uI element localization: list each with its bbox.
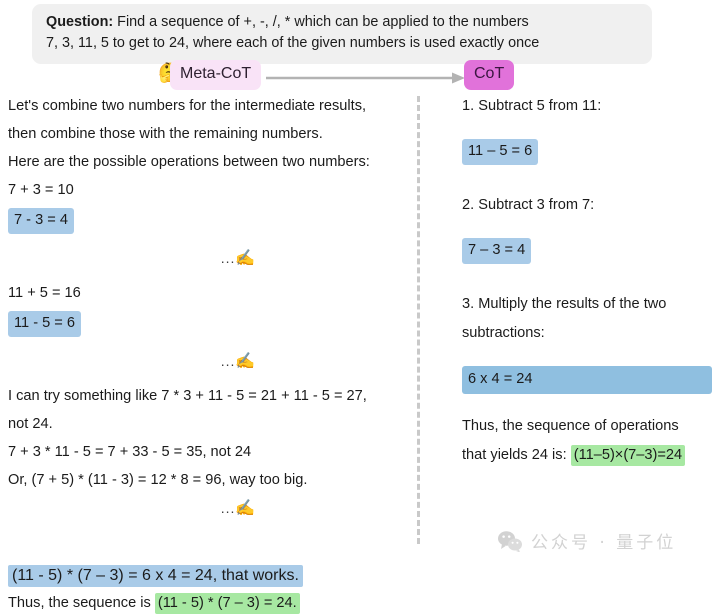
left-solution-highlight: (11 - 5) * (7 – 3) = 6 x 4 = 24, that wo…: [8, 565, 303, 587]
left-equation-11minus5: 11 - 5 = 6: [8, 311, 81, 337]
writing-hand-icon: ✍️: [235, 250, 256, 267]
question-label: Question:: [46, 14, 114, 30]
left-equation-11plus5: 11 + 5 = 16: [8, 285, 81, 301]
right-conclusion-line-1: Thus, the sequence of operations: [462, 418, 679, 434]
left-attempt-3: Or, (7 + 5) * (11 - 3) = 12 * 8 = 96, wa…: [8, 472, 308, 488]
right-step-1-equation: 11 – 5 = 6: [462, 139, 539, 165]
left-separator-1: ...✍️: [8, 248, 408, 269]
right-step-2-equation: 7 – 3 = 4: [462, 238, 532, 264]
cot-column: 1. Subtract 5 from 11: 11 – 5 = 6 2. Sub…: [462, 96, 712, 466]
right-step-3-equation: 6 x 4 = 24: [462, 366, 712, 394]
watermark: 公众号 · 量子位: [497, 528, 676, 553]
right-step-3-heading-b: subtractions:: [462, 325, 545, 341]
left-attempt-1b: not 24.: [8, 416, 53, 432]
left-equation-7minus3-row: 7 - 3 = 4: [8, 208, 408, 234]
ellipsis-dots: ...: [220, 250, 236, 266]
left-final-answer-row: Thus, the sequence is (11 - 5) * (7 – 3)…: [8, 593, 408, 614]
watermark-text: 公众号 · 量子位: [531, 533, 677, 553]
left-separator-2: ...✍️: [8, 351, 408, 372]
left-equation-7plus3: 7 + 3 = 10: [8, 182, 74, 198]
right-step-3-heading-a: 3. Multiply the results of the two: [462, 296, 667, 312]
left-attempt-1a: I can try something like 7 * 3 + 11 - 5 …: [8, 388, 367, 404]
meta-cot-chip: Meta-CoT: [170, 60, 262, 90]
question-line-1: Question: Find a sequence of +, -, /, * …: [46, 12, 638, 33]
left-line-2: then combine those with the remaining nu…: [8, 126, 323, 142]
right-step-1-heading: 1. Subtract 5 from 11:: [462, 98, 602, 114]
question-text-1: Find a sequence of +, -, /, * which can …: [113, 14, 529, 30]
left-line-1: Let's combine two numbers for the interm…: [8, 98, 367, 114]
right-conclusion-prefix: that yields 24 is:: [462, 447, 571, 463]
question-banner: Question: Find a sequence of +, -, /, * …: [32, 4, 652, 64]
right-step-1-equation-row: 11 – 5 = 6: [462, 139, 712, 165]
writing-hand-icon: ✍️: [235, 500, 256, 517]
left-separator-3: ...✍️: [8, 498, 408, 519]
left-equation-11minus5-row: 11 - 5 = 6: [8, 311, 408, 337]
writing-hand-icon: ✍️: [235, 353, 256, 370]
question-line-2: 7, 3, 11, 5 to get to 24, where each of …: [46, 35, 540, 51]
wechat-logo-icon: [498, 530, 522, 552]
column-divider: [417, 96, 420, 544]
ellipsis-dots: ...: [220, 500, 236, 516]
left-final-answer-prefix: Thus, the sequence is: [8, 595, 155, 611]
right-conclusion-line-2: that yields 24 is: (11–5)×(7–3)=24: [462, 445, 712, 466]
left-equation-7minus3: 7 - 3 = 4: [8, 208, 74, 234]
flow-row: 🤔 Meta-CoT CoT: [0, 58, 720, 92]
left-solution-row: (11 - 5) * (7 – 3) = 6 x 4 = 24, that wo…: [8, 565, 408, 587]
right-step-2-equation-row: 7 – 3 = 4: [462, 238, 712, 264]
ellipsis-dots: ...: [220, 353, 236, 369]
right-final-answer-highlight: (11–5)×(7–3)=24: [570, 445, 686, 466]
left-final-answer-highlight: (11 - 5) * (7 – 3) = 24.: [154, 593, 300, 614]
flow-arrow-icon: [266, 72, 465, 84]
left-attempt-2: 7 + 3 * 11 - 5 = 7 + 33 - 5 = 35, not 24: [8, 444, 252, 460]
right-step-2-heading: 2. Subtract 3 from 7:: [462, 197, 595, 213]
cot-chip: CoT: [464, 60, 515, 90]
meta-cot-column: Let's combine two numbers for the interm…: [8, 96, 408, 614]
left-line-3: Here are the possible operations between…: [8, 154, 370, 170]
